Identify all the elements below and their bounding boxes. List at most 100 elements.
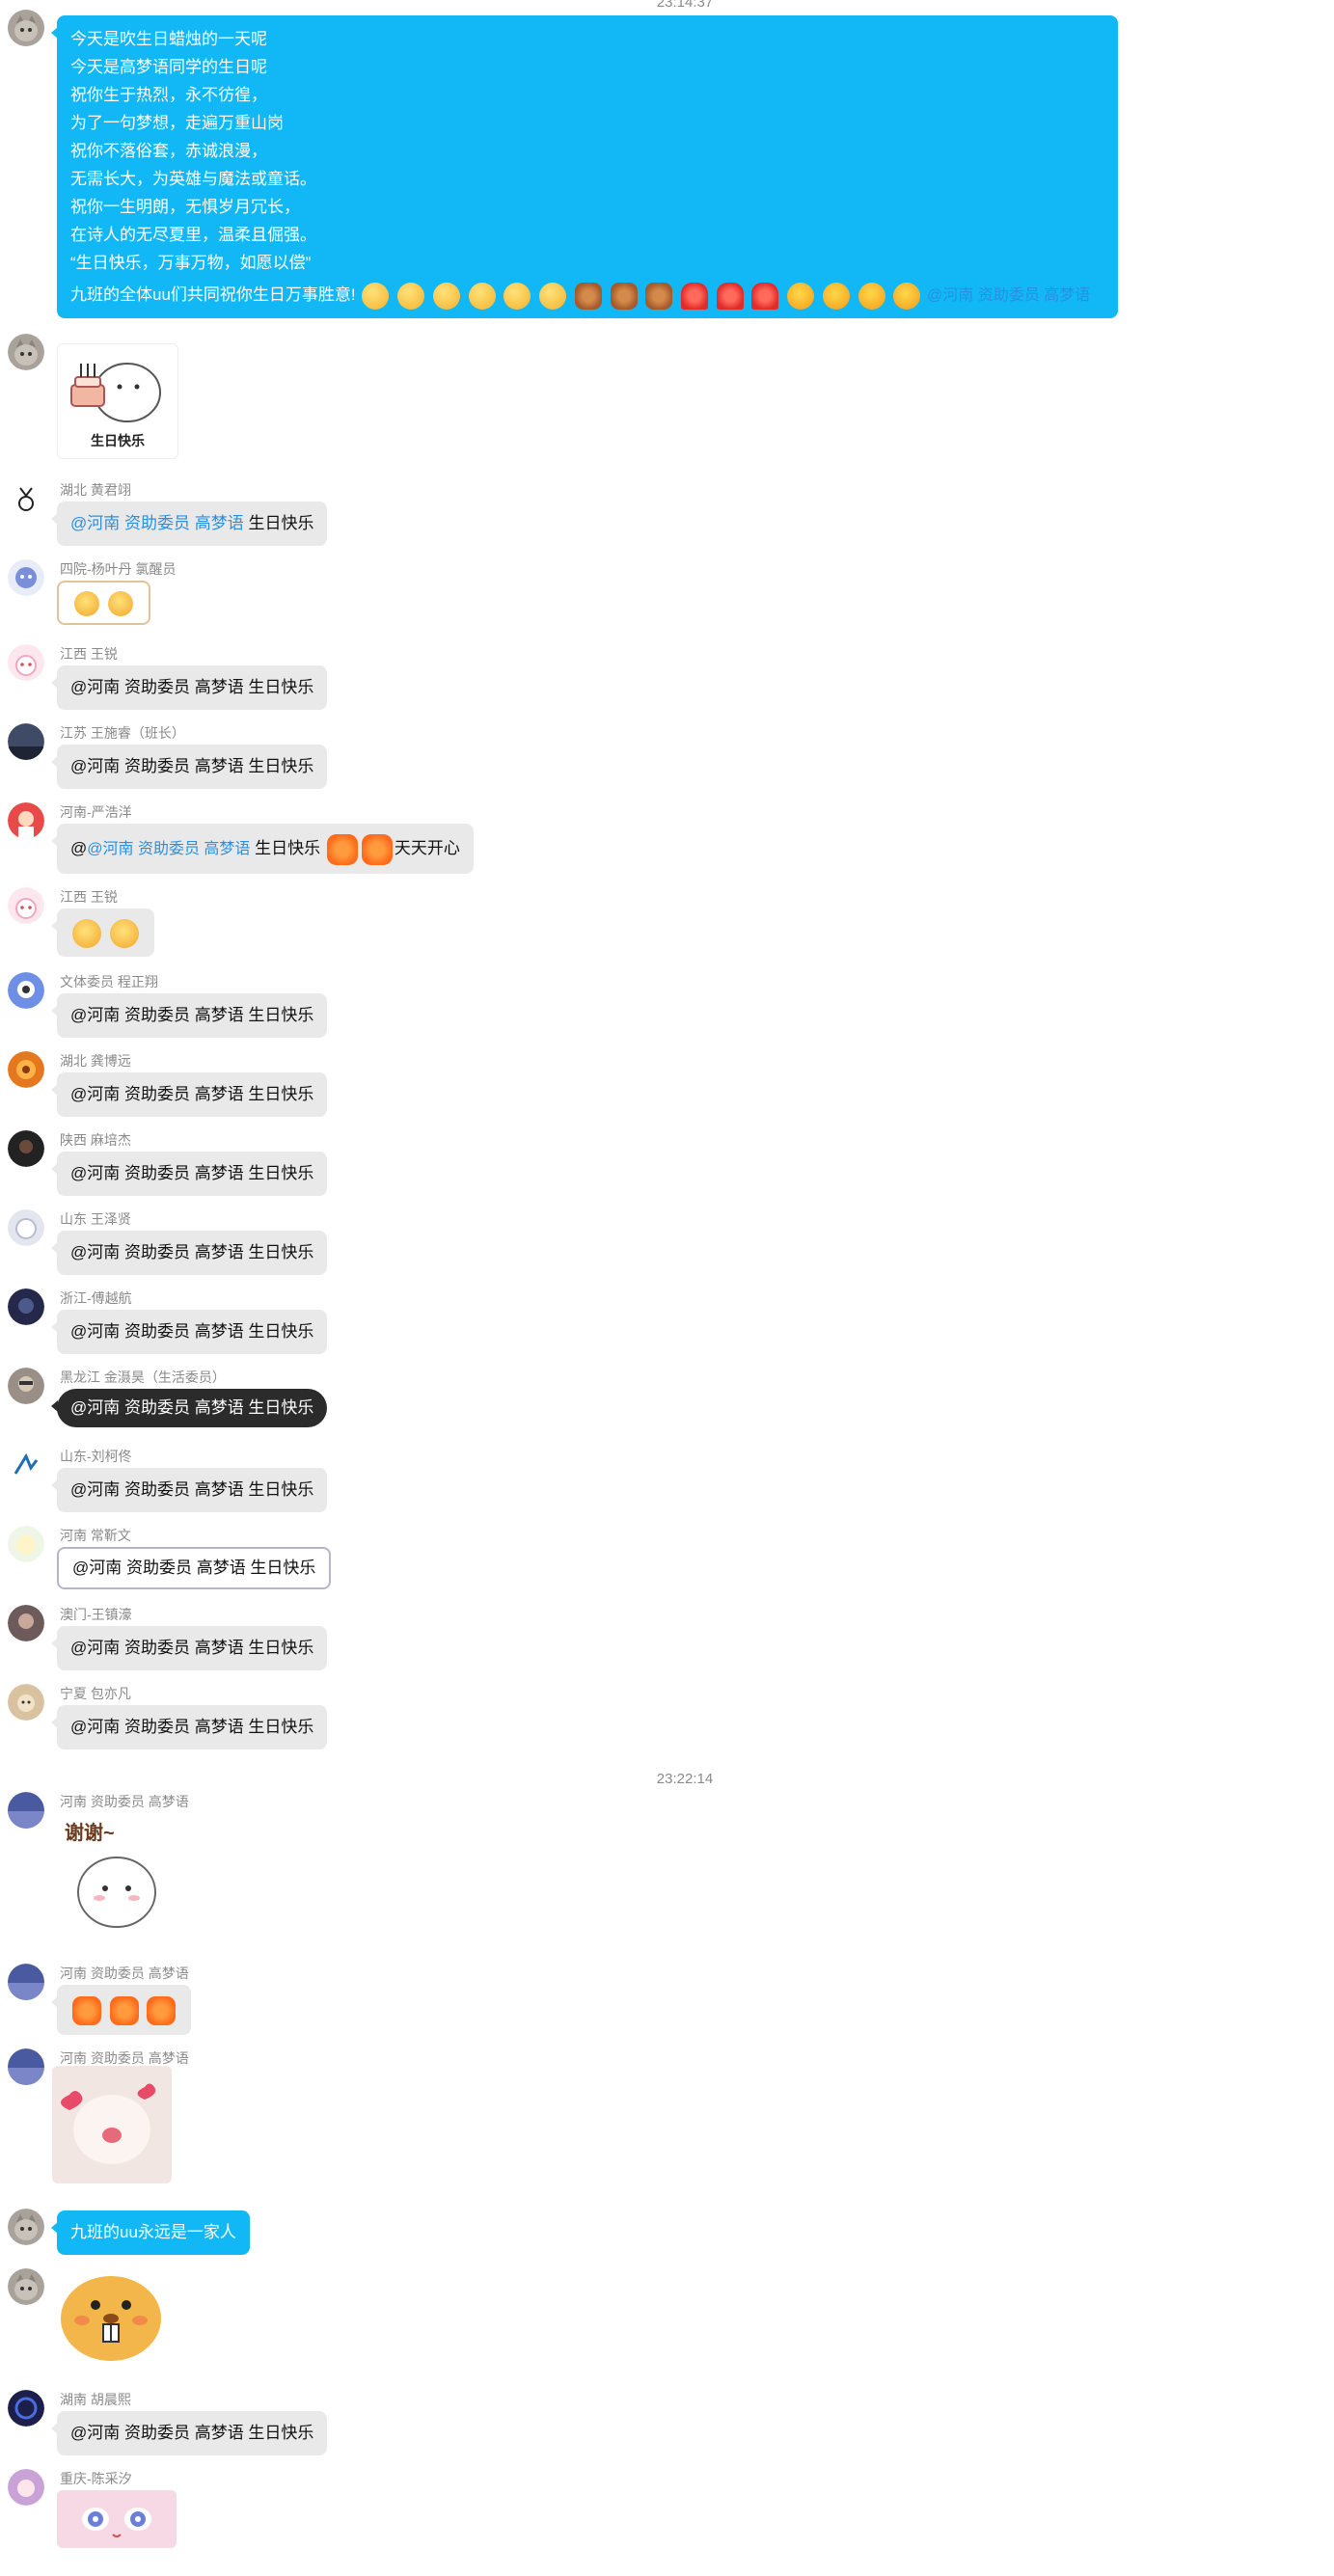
sender-name: 重庆-陈采汐: [60, 2471, 132, 2486]
avatar[interactable]: [8, 1209, 44, 1246]
sender-name: 湖北 黄君翊: [60, 482, 131, 498]
message-bubble[interactable]: @河南 资助委员 高梦语 生日快乐: [50, 993, 328, 1038]
mention[interactable]: @河南 资助委员 高梦语: [87, 841, 250, 857]
message-bubble[interactable]: @@河南 资助委员 高梦语 生日快乐 天天开心: [51, 824, 474, 874]
closing-text: 九班的全体uu们共同祝你生日万事胜意!: [70, 285, 356, 304]
party-face-icon: [432, 282, 460, 310]
timestamp: 23:14:37: [656, 0, 714, 11]
sender-name: 河南 资助委员 高梦语: [60, 2050, 189, 2066]
avatar[interactable]: [8, 1051, 44, 1088]
message-bubble[interactable]: @河南 资助委员 高梦语 生日快乐: [50, 1072, 328, 1117]
message-bubble[interactable]: [57, 581, 150, 625]
sender-name: 浙江-傅越航: [60, 1290, 132, 1306]
avatar[interactable]: [8, 2390, 44, 2427]
poem-line: 在诗人的无尽夏里，温柔且倔强。: [70, 226, 316, 244]
thank-you-cat-sticker[interactable]: 谢谢~: [57, 1813, 177, 1939]
message-text: 天天开心: [394, 839, 460, 857]
message-bubble[interactable]: @河南 资助委员 高梦语 生日快乐: [57, 1547, 332, 1589]
avatar[interactable]: [8, 1288, 44, 1325]
message-text: 生日快乐: [255, 839, 321, 857]
anime-face-sticker[interactable]: [57, 2490, 177, 2548]
avatar[interactable]: [8, 1792, 44, 1829]
poem-line: 为了一句梦想，走遍万重山岗: [70, 114, 284, 132]
party-face-icon: [397, 282, 425, 310]
red-envelope-icon: [751, 282, 779, 310]
avatar[interactable]: [8, 1964, 44, 2000]
message-bubble[interactable]: @河南 资助委员 高梦语 生日快乐: [50, 1626, 328, 1670]
hug-face-icon: [468, 282, 496, 310]
mention[interactable]: @河南 资助委员 高梦语: [927, 287, 1090, 304]
avatar[interactable]: [8, 1526, 44, 1562]
avatar[interactable]: [8, 2209, 44, 2245]
cheer-face-icon: [822, 282, 850, 310]
avatar[interactable]: [8, 644, 44, 681]
cry-face-icon: [74, 590, 99, 616]
avatar[interactable]: [8, 1368, 44, 1404]
message-bubble[interactable]: @河南 资助委员 高梦语 生日快乐: [50, 665, 328, 710]
avatar[interactable]: [8, 1447, 44, 1483]
avatar[interactable]: [8, 1684, 44, 1721]
avatar[interactable]: [8, 334, 44, 370]
sender-name: 澳门-王镇濠: [60, 1607, 132, 1622]
avatar[interactable]: [8, 480, 44, 517]
tears-of-joy-face-icon: [72, 918, 101, 948]
sender-name: 河南 资助委员 高梦语: [60, 1966, 189, 1981]
hug-face-icon: [539, 282, 567, 310]
message-bubble[interactable]: @河南 资助委员 高梦语 生日快乐: [50, 1705, 328, 1749]
message-bubble[interactable]: [51, 908, 154, 957]
avatar[interactable]: [8, 1605, 44, 1641]
message-bubble[interactable]: @河南 资助委员 高梦语 生日快乐: [50, 1152, 328, 1196]
fire-flower-icon: [361, 833, 393, 865]
fire-flower-icon: [574, 282, 602, 310]
fire-flower-icon: [610, 282, 638, 310]
poem-line: 今天是吹生日蜡烛的一天呢: [70, 30, 267, 48]
sender-name: 文体委员 程正翔: [60, 974, 158, 990]
message-bubble[interactable]: @河南 资助委员 高梦语 生日快乐: [50, 2411, 328, 2455]
message-bubble[interactable]: @河南 资助委员 高梦语 生日快乐: [50, 1389, 328, 1427]
message-text: 生日快乐: [248, 514, 314, 532]
sender-name: 宁夏 包亦凡: [60, 1686, 131, 1701]
avatar[interactable]: [8, 559, 44, 596]
poem-line: 祝你生于热烈，永不彷徨，: [70, 86, 267, 104]
fire-flower-icon: [645, 282, 673, 310]
avatar[interactable]: [8, 2469, 44, 2506]
message-bubble[interactable]: @河南 资助委员 高梦语 生日快乐: [50, 1310, 328, 1354]
sender-name: 江西 王锐: [60, 646, 118, 662]
fire-flower-icon: [72, 1995, 101, 2025]
avatar[interactable]: [8, 1130, 44, 1167]
cat-hearts-sticker[interactable]: [52, 2066, 172, 2183]
message-bubble[interactable]: @河南 资助委员 高梦语 生日快乐: [50, 1231, 328, 1275]
avatar[interactable]: [8, 2268, 44, 2305]
cry-face-icon: [107, 590, 133, 616]
chat-history[interactable]: 23:14:37 今天是吹生日蜡烛的一天呢 今天是高梦语同学的生日呢 祝你生于热…: [0, 0, 1334, 2576]
mention[interactable]: @河南 资助委员 高梦语: [70, 514, 244, 532]
sender-name: 江苏 王施睿（班长）: [60, 725, 185, 741]
poem-line: 今天是高梦语同学的生日呢: [70, 58, 267, 76]
sender-name: 山东-刘柯佟: [60, 1449, 132, 1464]
party-face-icon: [362, 282, 390, 310]
avatar[interactable]: [8, 887, 44, 924]
avatar[interactable]: [8, 972, 44, 1009]
message-bubble[interactable]: @河南 资助委员 高梦语 生日快乐: [50, 502, 328, 546]
avatar[interactable]: [8, 723, 44, 760]
timestamp: 23:22:14: [656, 1771, 714, 1787]
message-bubble[interactable]: 今天是吹生日蜡烛的一天呢 今天是高梦语同学的生日呢 祝你生于热烈，永不彷徨， 为…: [51, 15, 1118, 318]
message-bubble[interactable]: @河南 资助委员 高梦语 生日快乐: [50, 745, 328, 789]
hug-face-icon: [504, 282, 531, 310]
sender-name: 陕西 麻培杰: [60, 1132, 131, 1148]
beaver-face-sticker[interactable]: [57, 2270, 165, 2361]
message-bubble[interactable]: [50, 1985, 192, 2035]
cheer-face-icon: [858, 282, 885, 310]
avatar[interactable]: [8, 2048, 44, 2085]
cheer-face-icon: [893, 282, 921, 310]
avatar[interactable]: [8, 10, 44, 46]
poem-line: 祝你不落俗套，赤诚浪漫，: [70, 142, 267, 160]
poem-line: 无需长大，为英雄与魔法或童话。: [70, 170, 316, 188]
red-envelope-icon: [716, 282, 744, 310]
avatar[interactable]: [8, 802, 44, 839]
birthday-cake-sticker[interactable]: 生日快乐: [57, 343, 178, 459]
poem-closing-line: 九班的全体uu们共同祝你生日万事胜意! @河南 资助委员 高梦语: [70, 281, 1104, 310]
message-bubble[interactable]: @河南 资助委员 高梦语 生日快乐: [50, 1468, 328, 1512]
message-bubble[interactable]: 九班的uu永远是一家人: [51, 2210, 250, 2255]
sender-name: 山东 王泽贤: [60, 1211, 131, 1227]
